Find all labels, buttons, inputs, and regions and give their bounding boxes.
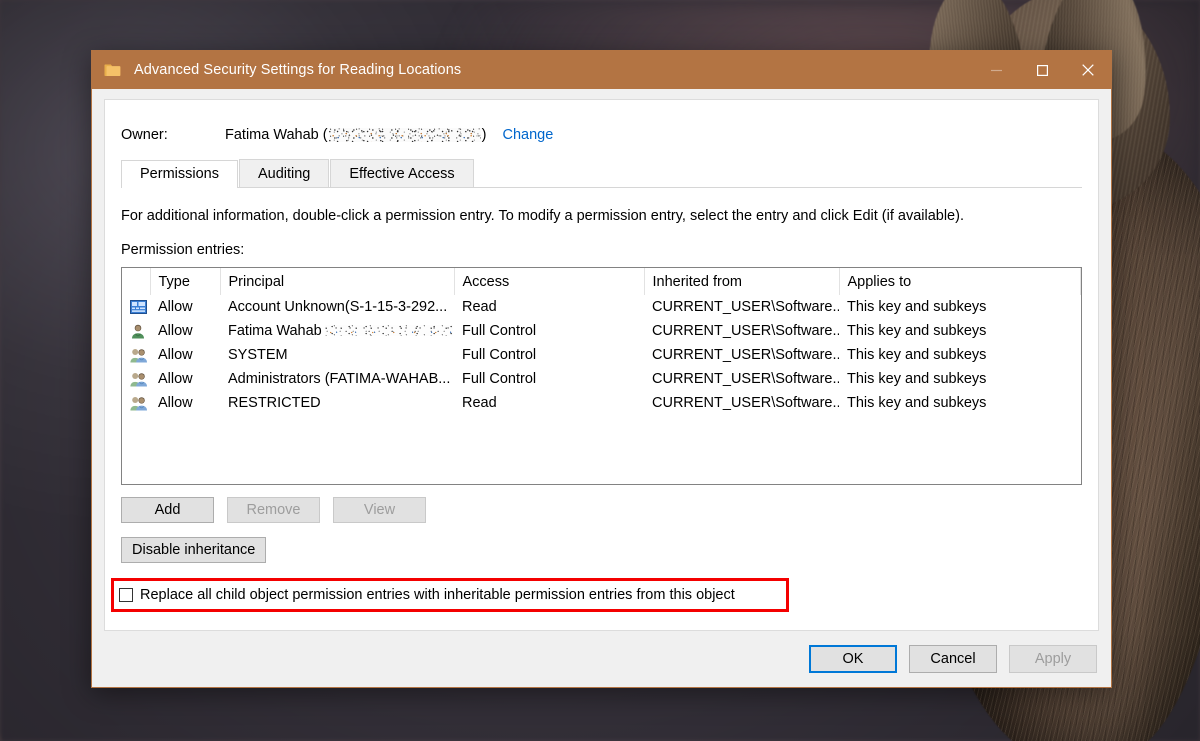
- window-controls: [973, 51, 1111, 89]
- tab-strip: Permissions Auditing Effective Access: [121, 160, 1082, 188]
- table-row[interactable]: Allow SYSTEM Full Control CURRENT_USER\S…: [122, 343, 1081, 367]
- row-access: Read: [454, 391, 644, 415]
- row-type: Allow: [150, 295, 220, 319]
- replace-child-permissions-checkbox[interactable]: [119, 588, 133, 602]
- apply-button[interactable]: Apply: [1009, 645, 1097, 673]
- view-button[interactable]: View: [333, 497, 426, 523]
- tab-effective-access-label: Effective Access: [349, 166, 454, 182]
- row-icon-cell: [122, 391, 150, 415]
- owner-value: Fatima Wahab ( ): [225, 127, 486, 143]
- ok-button[interactable]: OK: [809, 645, 897, 673]
- owner-name: Fatima Wahab: [225, 127, 319, 143]
- row-principal-redacted: [325, 325, 453, 336]
- tab-auditing[interactable]: Auditing: [239, 159, 329, 187]
- advanced-security-settings-dialog: Advanced Security Settings for Reading L…: [91, 50, 1112, 688]
- row-principal: Administrators (FATIMA-WAHAB...: [220, 367, 454, 391]
- owner-redacted-account: [329, 128, 481, 142]
- row-inherited-from: CURRENT_USER\Software...: [644, 319, 839, 343]
- row-applies-to: This key and subkeys: [839, 343, 1081, 367]
- group-icon: [130, 371, 148, 387]
- owner-paren-open: (: [323, 127, 328, 143]
- replace-child-permissions-label[interactable]: Replace all child object permission entr…: [140, 587, 735, 603]
- row-principal: RESTRICTED: [220, 391, 454, 415]
- change-owner-link[interactable]: Change: [502, 127, 553, 143]
- replace-permissions-highlight: Replace all child object permission entr…: [111, 578, 789, 612]
- group-icon: [130, 347, 148, 363]
- group-icon: [130, 395, 148, 411]
- dialog-content-panel: Owner: Fatima Wahab ( ) Change Permissio…: [104, 99, 1099, 631]
- row-inherited-from: CURRENT_USER\Software...: [644, 343, 839, 367]
- table-row[interactable]: Allow Fatima Wahab Full Control CURRENT_…: [122, 319, 1081, 343]
- row-type: Allow: [150, 367, 220, 391]
- row-access: Full Control: [454, 367, 644, 391]
- entry-action-buttons: Add Remove View: [121, 497, 1082, 523]
- row-access: Full Control: [454, 343, 644, 367]
- disable-inheritance-button[interactable]: Disable inheritance: [121, 537, 266, 563]
- maximize-button[interactable]: [1019, 51, 1065, 89]
- row-principal-name: Fatima Wahab: [228, 323, 322, 339]
- tab-effective-access[interactable]: Effective Access: [330, 159, 473, 187]
- row-icon-cell: [122, 367, 150, 391]
- column-header-access[interactable]: Access: [454, 268, 644, 295]
- row-inherited-from: CURRENT_USER\Software...: [644, 295, 839, 319]
- column-header-applies-to[interactable]: Applies to: [839, 268, 1081, 295]
- row-access: Full Control: [454, 319, 644, 343]
- row-inherited-from: CURRENT_USER\Software...: [644, 367, 839, 391]
- row-applies-to: This key and subkeys: [839, 295, 1081, 319]
- window-title: Advanced Security Settings for Reading L…: [134, 62, 461, 78]
- row-applies-to: This key and subkeys: [839, 367, 1081, 391]
- tab-auditing-label: Auditing: [258, 166, 310, 182]
- row-applies-to: This key and subkeys: [839, 319, 1081, 343]
- close-button[interactable]: [1065, 51, 1111, 89]
- row-principal: SYSTEM: [220, 343, 454, 367]
- title-bar[interactable]: Advanced Security Settings for Reading L…: [92, 51, 1111, 89]
- table-row[interactable]: Allow Account Unknown(S-1-15-3-292... Re…: [122, 295, 1081, 319]
- row-principal: Fatima Wahab: [220, 319, 454, 343]
- row-icon-cell: [122, 343, 150, 367]
- capability-icon: [130, 300, 148, 316]
- row-access: Read: [454, 295, 644, 319]
- table-row[interactable]: Allow Administrators (FATIMA-WAHAB... Fu…: [122, 367, 1081, 391]
- column-header-principal[interactable]: Principal: [220, 268, 454, 295]
- row-type: Allow: [150, 343, 220, 367]
- row-type: Allow: [150, 319, 220, 343]
- user-icon: [130, 323, 148, 339]
- owner-paren-close: ): [482, 127, 487, 143]
- column-header-icon[interactable]: [122, 268, 150, 295]
- row-principal: Account Unknown(S-1-15-3-292...: [220, 295, 454, 319]
- row-icon-cell: [122, 319, 150, 343]
- permission-entries-label: Permission entries:: [121, 242, 1082, 258]
- row-applies-to: This key and subkeys: [839, 391, 1081, 415]
- row-icon-cell: [122, 295, 150, 319]
- column-header-type[interactable]: Type: [150, 268, 220, 295]
- add-button[interactable]: Add: [121, 497, 214, 523]
- tab-permissions[interactable]: Permissions: [121, 160, 238, 188]
- folder-icon: [104, 61, 122, 79]
- dialog-footer: OK Cancel Apply: [92, 631, 1111, 687]
- column-header-inherited-from[interactable]: Inherited from: [644, 268, 839, 295]
- tab-permissions-label: Permissions: [140, 166, 219, 182]
- row-type: Allow: [150, 391, 220, 415]
- remove-button[interactable]: Remove: [227, 497, 320, 523]
- hint-text: For additional information, double-click…: [121, 208, 1082, 224]
- row-inherited-from: CURRENT_USER\Software...: [644, 391, 839, 415]
- permission-entries-list[interactable]: Type Principal Access Inherited from App…: [121, 267, 1082, 485]
- table-header-row: Type Principal Access Inherited from App…: [122, 268, 1081, 295]
- owner-label: Owner:: [121, 127, 225, 143]
- minimize-button[interactable]: [973, 51, 1019, 89]
- owner-row: Owner: Fatima Wahab ( ) Change: [121, 100, 1082, 156]
- cancel-button[interactable]: Cancel: [909, 645, 997, 673]
- table-row[interactable]: Allow RESTRICTED Read CURRENT_USER\Softw…: [122, 391, 1081, 415]
- inheritance-button-row: Disable inheritance: [121, 537, 1082, 563]
